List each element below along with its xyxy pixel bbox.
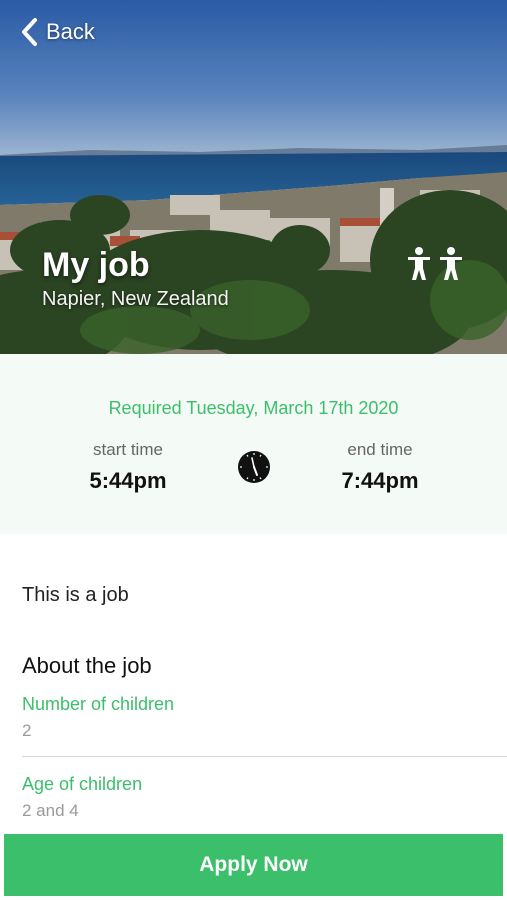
age-of-children-value: 2 and 4 [22,801,79,820]
required-date: Required Tuesday, March 17th 2020 [108,398,399,418]
schedule-panel: Required Tuesday, March 17th 2020 start … [0,354,507,534]
job-location: Napier, New Zealand [42,288,229,310]
start-time-block: start time 5:44pm [48,440,208,494]
start-time-value: 5:44pm [89,468,167,493]
job-description: This is a job [22,584,129,606]
hero-image: Back My job Napier, New Zealand [0,0,507,354]
children-icon [408,247,462,280]
back-label: Back [46,19,95,44]
about-heading: About the job [22,653,152,678]
back-button[interactable]: Back [20,14,95,50]
number-of-children-label: Number of children [22,694,175,714]
job-title: My job [42,246,150,284]
age-of-children-label: Age of children [22,774,143,794]
chevron-left-icon [22,18,37,46]
end-time-block: end time 7:44pm [300,440,460,494]
divider [22,756,507,757]
start-time-label: start time [93,440,163,459]
end-time-value: 7:44pm [341,468,419,493]
end-time-label: end time [347,440,413,459]
clock-icon [238,451,270,483]
apply-now-button[interactable]: Apply Now [4,834,503,896]
number-of-children-value: 2 [22,721,32,740]
